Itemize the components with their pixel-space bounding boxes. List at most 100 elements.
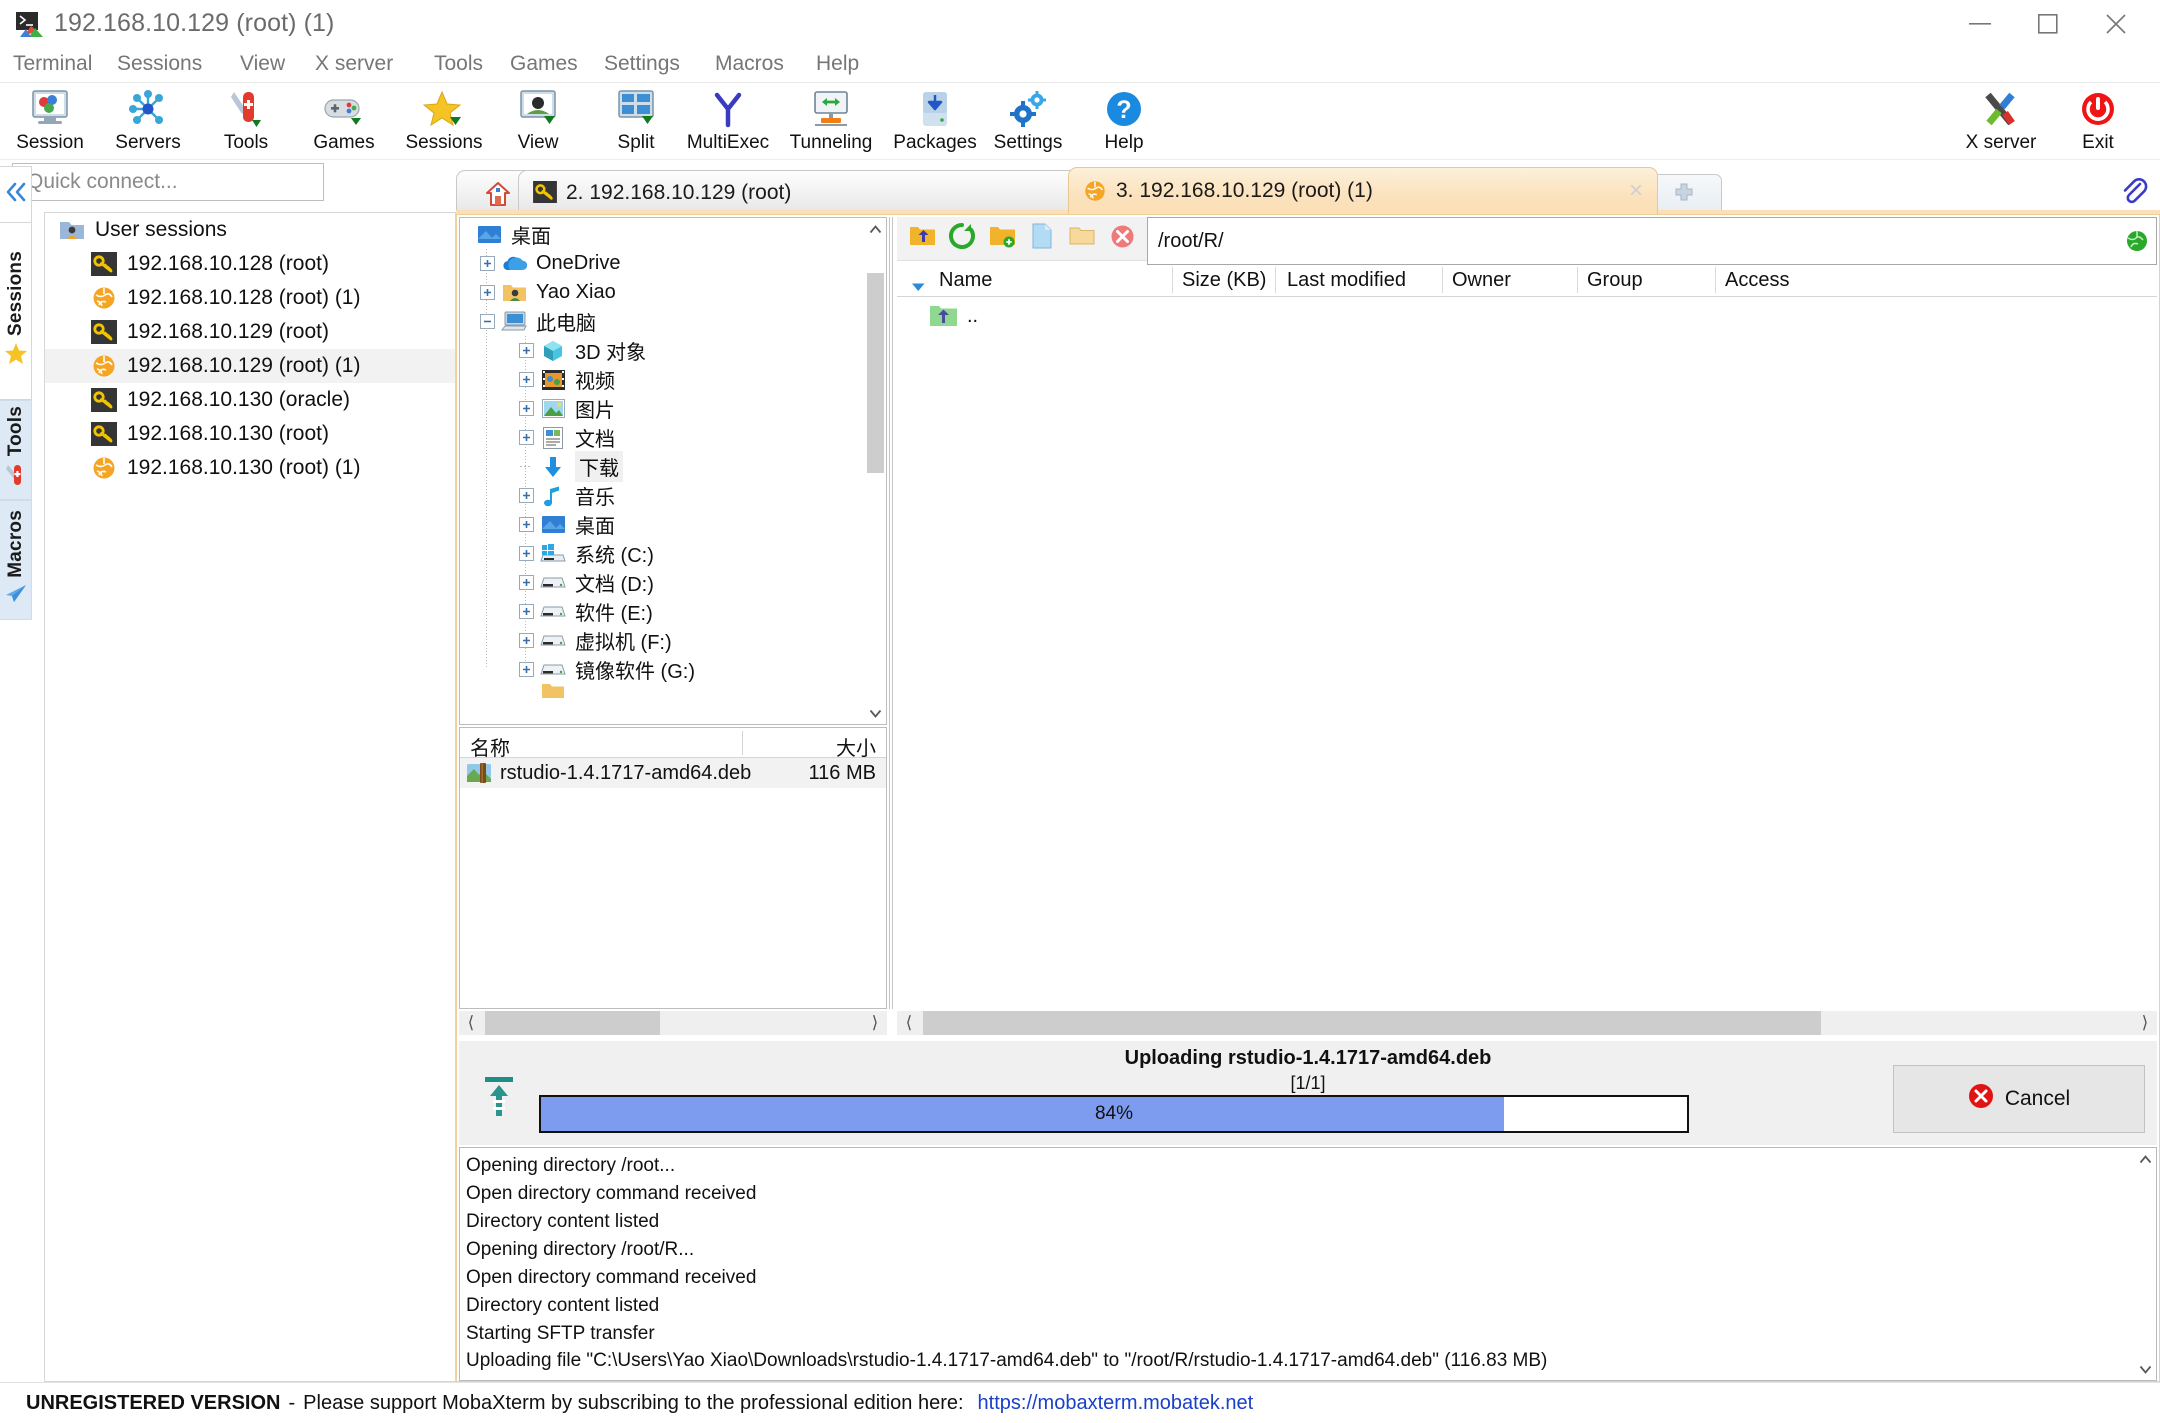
expand-plus-icon[interactable] bbox=[517, 429, 535, 447]
sidebar-session-0[interactable]: 192.168.10.128 (root) bbox=[45, 247, 455, 281]
tree-row-downloads[interactable]: 下载 bbox=[460, 451, 864, 482]
new-folder-button[interactable] bbox=[985, 223, 1019, 255]
rail-tab-sessions[interactable]: Sessions bbox=[0, 222, 32, 400]
cancel-button[interactable]: Cancel bbox=[1893, 1065, 2145, 1133]
menu-terminal[interactable]: Terminal bbox=[13, 52, 92, 76]
menu-games[interactable]: Games bbox=[510, 52, 578, 76]
toolbar-tools-button[interactable]: Tools bbox=[198, 87, 294, 159]
log-vertical-scrollbar[interactable] bbox=[2134, 1148, 2156, 1380]
scroll-up-icon[interactable] bbox=[2134, 1148, 2156, 1170]
scroll-right-icon[interactable]: ⟩ bbox=[2133, 1011, 2157, 1035]
tree-row-desktop[interactable]: 桌面 bbox=[460, 510, 864, 539]
collapse-minus-icon[interactable] bbox=[478, 313, 496, 331]
minimize-button[interactable] bbox=[1948, 0, 2012, 48]
tree-row-music[interactable]: 音乐 bbox=[460, 481, 864, 510]
expand-plus-icon[interactable] bbox=[517, 342, 535, 360]
tree-row-drive-d[interactable]: 文档 (D:) bbox=[460, 568, 864, 597]
expand-plus-icon[interactable] bbox=[478, 255, 496, 273]
pane-splitter[interactable] bbox=[889, 217, 893, 1009]
sort-descending-icon[interactable] bbox=[911, 276, 926, 298]
toolbar-session-button[interactable]: Session bbox=[2, 87, 98, 159]
tab-close-icon[interactable]: × bbox=[1629, 179, 1643, 203]
scroll-down-icon[interactable] bbox=[864, 702, 886, 724]
rail-tab-tools[interactable]: Tools bbox=[0, 400, 32, 500]
remote-path-input[interactable]: /root/R/ bbox=[1147, 217, 2157, 265]
menu-x-server[interactable]: X server bbox=[315, 52, 393, 76]
toolbar-tunneling-button[interactable]: Tunneling bbox=[775, 87, 887, 159]
sidebar-session-2[interactable]: 192.168.10.129 (root) bbox=[45, 315, 455, 349]
expand-plus-icon[interactable] bbox=[517, 516, 535, 534]
expand-plus-icon[interactable] bbox=[517, 487, 535, 505]
tree-row-drive-c[interactable]: 系统 (C:) bbox=[460, 539, 864, 568]
tree-row-onedrive[interactable]: OneDrive bbox=[460, 249, 864, 278]
column-header-access[interactable]: Access bbox=[1725, 269, 1789, 292]
toolbar-view-button[interactable]: View bbox=[490, 87, 586, 159]
menu-sessions[interactable]: Sessions bbox=[117, 52, 202, 76]
tree-vertical-scrollbar[interactable] bbox=[864, 218, 886, 724]
sidebar-session-6[interactable]: 192.168.10.130 (root) (1) bbox=[45, 451, 455, 485]
parent-directory-button[interactable] bbox=[905, 223, 939, 255]
scroll-down-icon[interactable] bbox=[2134, 1358, 2156, 1380]
log-console[interactable]: Opening directory /root... Open director… bbox=[459, 1147, 2157, 1381]
sidebar-session-4[interactable]: 192.168.10.130 (oracle) bbox=[45, 383, 455, 417]
toolbar-settings-button[interactable]: Settings bbox=[980, 87, 1076, 159]
refresh-button[interactable] bbox=[945, 223, 979, 255]
maximize-button[interactable] bbox=[2016, 0, 2080, 48]
menu-settings[interactable]: Settings bbox=[604, 52, 680, 76]
column-header-name[interactable]: Name bbox=[939, 269, 992, 292]
quick-connect-input[interactable]: Quick connect... bbox=[12, 163, 324, 201]
delete-button[interactable] bbox=[1105, 223, 1139, 255]
menu-view[interactable]: View bbox=[240, 52, 285, 76]
column-header-size[interactable]: 大小 bbox=[836, 732, 876, 761]
expand-plus-icon[interactable] bbox=[517, 400, 535, 418]
tree-row-desktop-root[interactable]: 桌面 bbox=[460, 220, 864, 249]
expand-plus-icon[interactable] bbox=[517, 574, 535, 592]
tree-row-pictures[interactable]: 图片 bbox=[460, 394, 864, 423]
toolbar-servers-button[interactable]: Servers bbox=[100, 87, 196, 159]
toolbar-multiexec-button[interactable]: MultiExec bbox=[672, 87, 784, 159]
toolbar-packages-button[interactable]: Packages bbox=[880, 87, 990, 159]
tree-row-drive-g[interactable]: 镜像软件 (G:) bbox=[460, 655, 864, 684]
tree-row-videos[interactable]: 视频 bbox=[460, 365, 864, 394]
expand-plus-icon[interactable] bbox=[478, 284, 496, 302]
column-header-name[interactable]: 名称 bbox=[470, 732, 510, 761]
toolbar-xserver-button[interactable]: X server bbox=[1945, 87, 2057, 159]
menu-tools[interactable]: Tools bbox=[434, 52, 483, 76]
new-file-button[interactable] bbox=[1025, 223, 1059, 255]
sessions-root-node[interactable]: User sessions bbox=[45, 213, 455, 247]
sidebar-collapse-button[interactable] bbox=[0, 166, 32, 222]
local-horizontal-scrollbar[interactable]: ⟨ ⟩ bbox=[459, 1011, 887, 1035]
tab-session-3[interactable]: 3. 192.168.10.129 (root) (1) × bbox=[1068, 167, 1658, 214]
column-header-size[interactable]: Size (KB) bbox=[1182, 269, 1266, 292]
expand-plus-icon[interactable] bbox=[517, 603, 535, 621]
expand-plus-icon[interactable] bbox=[517, 545, 535, 563]
scroll-thumb[interactable] bbox=[923, 1011, 1821, 1035]
paperclip-icon[interactable] bbox=[2118, 176, 2148, 206]
scroll-thumb[interactable] bbox=[867, 273, 884, 473]
scroll-thumb[interactable] bbox=[485, 1011, 660, 1035]
column-header-owner[interactable]: Owner bbox=[1452, 269, 1511, 292]
toolbar-exit-button[interactable]: Exit bbox=[2050, 87, 2146, 159]
close-button[interactable] bbox=[2084, 0, 2148, 48]
sidebar-session-1[interactable]: 192.168.10.128 (root) (1) bbox=[45, 281, 455, 315]
rail-tab-macros[interactable]: Macros bbox=[0, 500, 32, 620]
sidebar-session-3[interactable]: 192.168.10.129 (root) (1) bbox=[45, 349, 455, 383]
tab-session-2[interactable]: 2. 192.168.10.129 (root) × bbox=[518, 170, 1098, 214]
scroll-up-icon[interactable] bbox=[864, 218, 886, 240]
green-globe-icon[interactable] bbox=[2126, 230, 2148, 252]
tree-row-partial[interactable] bbox=[460, 684, 864, 698]
toolbar-split-button[interactable]: Split bbox=[588, 87, 684, 159]
remote-file-row[interactable]: .. bbox=[897, 299, 2157, 333]
expand-plus-icon[interactable] bbox=[517, 632, 535, 650]
menu-macros[interactable]: Macros bbox=[715, 52, 784, 76]
sidebar-session-5[interactable]: 192.168.10.130 (root) bbox=[45, 417, 455, 451]
tree-row-this-pc[interactable]: 此电脑 bbox=[460, 307, 864, 336]
open-folder-button[interactable] bbox=[1065, 223, 1099, 255]
remote-horizontal-scrollbar[interactable]: ⟨ ⟩ bbox=[897, 1011, 2157, 1035]
tree-row-drive-f[interactable]: 虚拟机 (F:) bbox=[460, 626, 864, 655]
tree-row-3d-objects[interactable]: 3D 对象 bbox=[460, 336, 864, 365]
expand-plus-icon[interactable] bbox=[517, 661, 535, 679]
column-header-last-modified[interactable]: Last modified bbox=[1287, 269, 1406, 292]
toolbar-sessions-button[interactable]: Sessions bbox=[386, 87, 502, 159]
mobaxterm-website-link[interactable]: https://mobaxterm.mobatek.net bbox=[978, 1392, 1254, 1415]
